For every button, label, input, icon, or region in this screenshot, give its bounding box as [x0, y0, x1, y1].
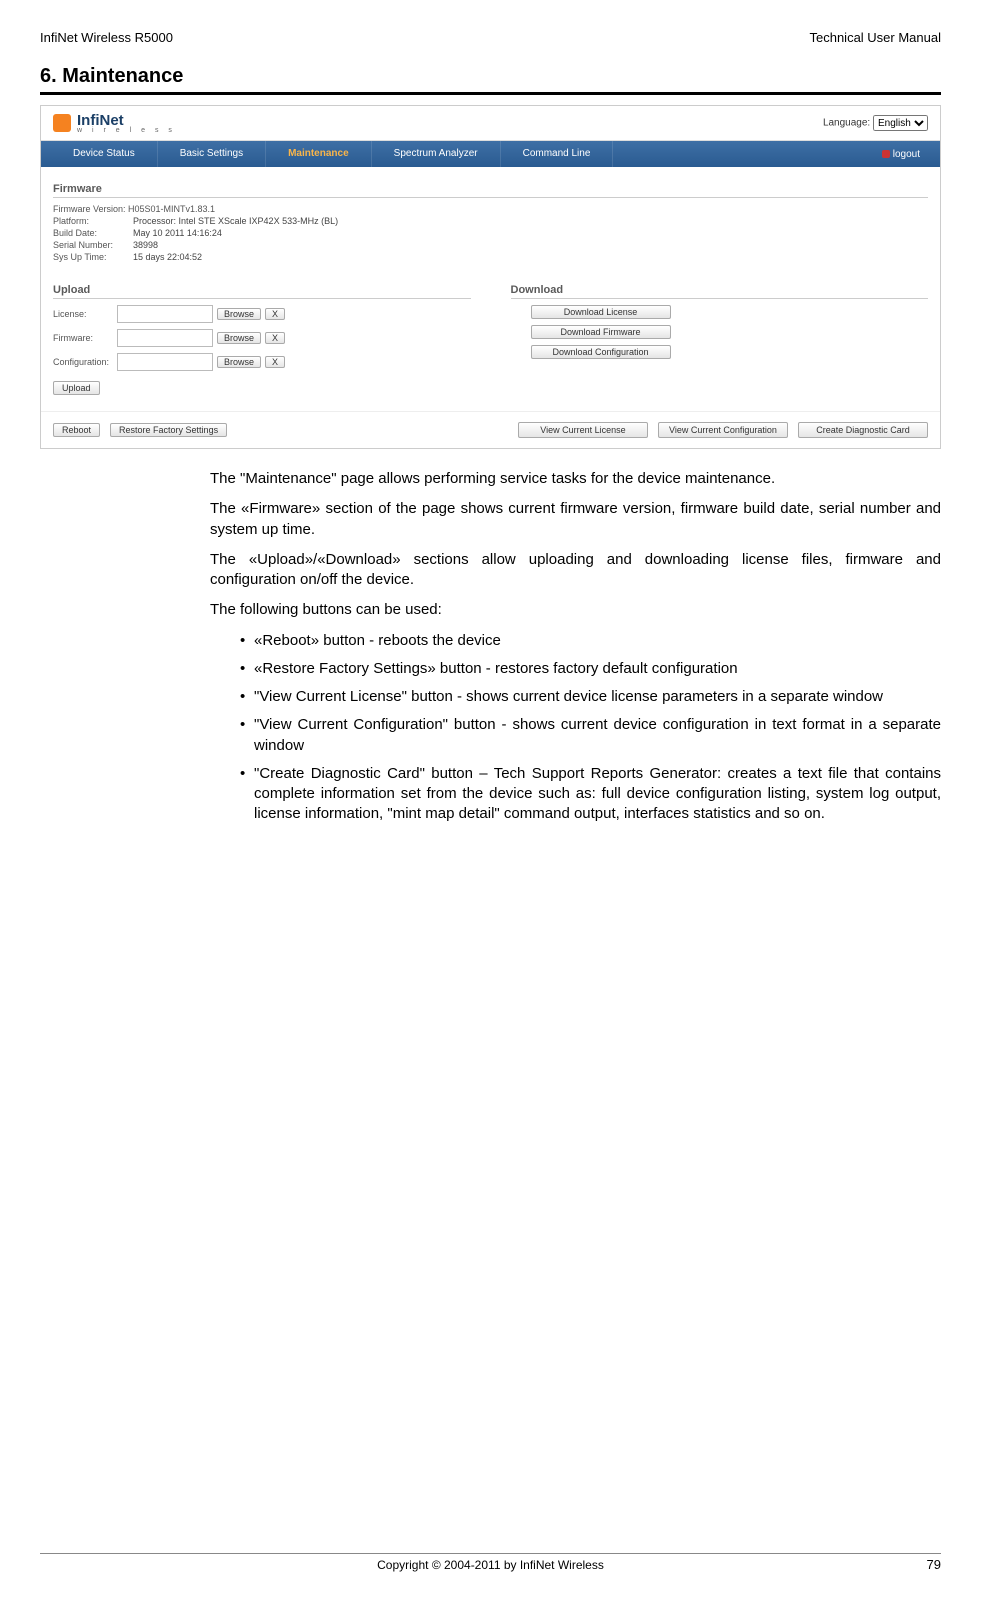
tab-bar: Device Status Basic Settings Maintenance… [41, 141, 940, 167]
copyright-text: Copyright © 2004-2011 by InfiNet Wireles… [377, 1558, 604, 1572]
section-rule [40, 92, 941, 95]
download-header: Download [511, 278, 929, 299]
logout-icon [882, 150, 890, 158]
fw-builddate-value: May 10 2011 14:16:24 [133, 228, 222, 238]
upload-config-label: Configuration: [53, 357, 113, 367]
fw-serial-label: Serial Number: [53, 240, 133, 250]
bullet-diag-card: "Create Diagnostic Card" button – Tech S… [240, 764, 941, 825]
fw-uptime-label: Sys Up Time: [53, 252, 133, 262]
restore-factory-button[interactable]: Restore Factory Settings [110, 423, 227, 437]
reboot-button[interactable]: Reboot [53, 423, 100, 437]
bullet-reboot: «Reboot» button - reboots the device [240, 631, 941, 651]
bullet-view-license: "View Current License" button - shows cu… [240, 687, 941, 707]
language-select[interactable]: English [873, 115, 928, 131]
download-license-button[interactable]: Download License [531, 305, 671, 319]
upload-button[interactable]: Upload [53, 381, 100, 395]
fw-uptime-value: 15 days 22:04:52 [133, 252, 202, 262]
doc-header-left: InfiNet Wireless R5000 [40, 30, 173, 45]
fw-builddate-label: Build Date: [53, 228, 133, 238]
logo: InfiNet w i r e l e s s [53, 112, 176, 134]
body-text: The "Maintenance" page allows performing… [210, 469, 941, 825]
upload-license-label: License: [53, 309, 113, 319]
tab-basic-settings[interactable]: Basic Settings [158, 141, 266, 167]
fw-serial-value: 38998 [133, 240, 158, 250]
clear-firmware-button[interactable]: X [265, 332, 285, 344]
para-2: The «Firmware» section of the page shows… [210, 499, 941, 540]
para-4: The following buttons can be used: [210, 600, 941, 620]
browse-firmware-button[interactable]: Browse [217, 332, 261, 344]
fw-platform-label: Platform: [53, 216, 133, 226]
download-firmware-button[interactable]: Download Firmware [531, 325, 671, 339]
clear-license-button[interactable]: X [265, 308, 285, 320]
upload-firmware-input[interactable] [117, 329, 213, 347]
logo-subtext: w i r e l e s s [77, 127, 176, 134]
firmware-version: Firmware Version: H05S01-MINTv1.83.1 [53, 204, 215, 214]
tab-device-status[interactable]: Device Status [51, 141, 158, 167]
view-config-button[interactable]: View Current Configuration [658, 422, 788, 438]
upload-config-input[interactable] [117, 353, 213, 371]
language-label: Language: [823, 118, 870, 129]
firmware-header: Firmware [53, 177, 928, 198]
page-footer: Copyright © 2004-2011 by InfiNet Wireles… [40, 1553, 941, 1572]
create-diagnostic-button[interactable]: Create Diagnostic Card [798, 422, 928, 438]
bullet-view-config: "View Current Configuration" button - sh… [240, 715, 941, 756]
upload-license-input[interactable] [117, 305, 213, 323]
logout-label: logout [893, 149, 920, 160]
page-number: 79 [927, 1557, 941, 1572]
section-heading: 6. Maintenance [40, 65, 941, 88]
view-license-button[interactable]: View Current License [518, 422, 648, 438]
maintenance-screenshot: InfiNet w i r e l e s s Language: Englis… [40, 105, 941, 449]
doc-header-right: Technical User Manual [809, 30, 941, 45]
tab-spectrum-analyzer[interactable]: Spectrum Analyzer [372, 141, 501, 167]
upload-firmware-label: Firmware: [53, 333, 113, 343]
para-3: The «Upload»/«Download» sections allow u… [210, 550, 941, 591]
tab-command-line[interactable]: Command Line [501, 141, 614, 167]
app-header: InfiNet w i r e l e s s Language: Englis… [41, 106, 940, 141]
upload-header: Upload [53, 278, 471, 299]
para-1: The "Maintenance" page allows performing… [210, 469, 941, 489]
clear-config-button[interactable]: X [265, 356, 285, 368]
logout-link[interactable]: logout [882, 149, 930, 160]
download-config-button[interactable]: Download Configuration [531, 345, 671, 359]
browse-config-button[interactable]: Browse [217, 356, 261, 368]
tab-maintenance[interactable]: Maintenance [266, 141, 372, 167]
logo-icon [53, 114, 71, 132]
browse-license-button[interactable]: Browse [217, 308, 261, 320]
bullet-restore: «Restore Factory Settings» button - rest… [240, 659, 941, 679]
fw-platform-value: Processor: Intel STE XScale IXP42X 533-M… [133, 216, 338, 226]
